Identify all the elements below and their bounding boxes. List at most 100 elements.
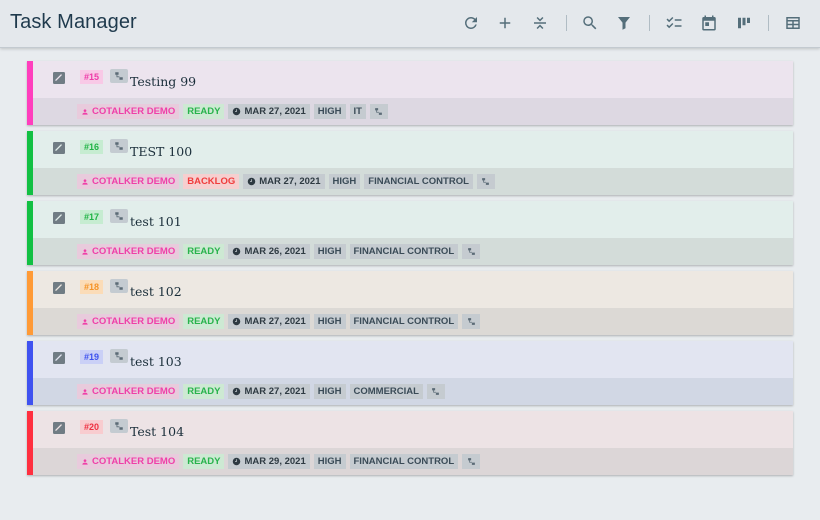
- assignee-tag[interactable]: COTALKER DEMO: [77, 244, 180, 259]
- complete-task-icon[interactable]: [51, 350, 67, 366]
- refresh-icon: [464, 16, 477, 29]
- table-icon: [786, 17, 800, 29]
- clock-icon: [247, 177, 256, 186]
- status-badge[interactable]: READY: [183, 244, 225, 259]
- search-icon: [583, 16, 597, 30]
- task-title[interactable]: test 101: [130, 214, 182, 229]
- assignee-tag[interactable]: COTALKER DEMO: [77, 104, 180, 119]
- checklist-icon: [666, 16, 682, 29]
- toolbar-divider: [566, 15, 567, 31]
- task-title[interactable]: test 103: [130, 354, 182, 369]
- task-header: #18 test 102: [33, 271, 793, 308]
- category-tag: FINANCIAL CONTROL: [349, 454, 459, 469]
- assignee-name: COTALKER DEMO: [92, 456, 176, 467]
- task-header: #17 test 101: [33, 201, 793, 238]
- status-badge[interactable]: READY: [183, 314, 225, 329]
- clock-icon: [232, 457, 241, 466]
- clock-icon: [232, 247, 241, 256]
- subtask-icon[interactable]: [462, 454, 481, 469]
- assignee-tag[interactable]: COTALKER DEMO: [77, 174, 180, 189]
- category-tag: FINANCIAL CONTROL: [349, 244, 459, 259]
- task-row[interactable]: #19 test 103 COTALKER DEMO READY MAR 27,…: [27, 341, 793, 405]
- task-header: #20 Test 104: [33, 411, 793, 448]
- refresh-button[interactable]: [459, 11, 483, 35]
- calendar-view-button[interactable]: [697, 11, 721, 35]
- task-meta: COTALKER DEMO READY MAR 29, 2021 HIGH FI…: [33, 448, 793, 475]
- task-header: #15 Testing 99: [33, 61, 793, 98]
- status-badge[interactable]: BACKLOG: [183, 174, 240, 189]
- status-badge[interactable]: READY: [183, 454, 225, 469]
- subtask-icon[interactable]: [462, 244, 481, 259]
- clock-icon: [232, 107, 241, 116]
- task-title[interactable]: test 102: [130, 284, 182, 299]
- task-meta: COTALKER DEMO READY MAR 27, 2021 HIGH IT: [33, 98, 793, 125]
- due-date-tag: MAR 26, 2021: [228, 244, 310, 259]
- assignee-name: COTALKER DEMO: [92, 316, 176, 327]
- assignee-tag[interactable]: COTALKER DEMO: [77, 314, 180, 329]
- task-tags: COTALKER DEMO BACKLOG MAR 27, 2021 HIGH …: [77, 174, 495, 189]
- task-tags: COTALKER DEMO READY MAR 26, 2021 HIGH FI…: [77, 244, 481, 259]
- assignee-tag[interactable]: COTALKER DEMO: [77, 454, 180, 469]
- task-header: #19 test 103: [33, 341, 793, 378]
- task-number-badge: #16: [80, 140, 104, 154]
- task-row[interactable]: #15 Testing 99 COTALKER DEMO READY MAR 2…: [27, 61, 793, 125]
- calendar-icon: [702, 15, 716, 31]
- task-number-badge: #18: [80, 280, 104, 294]
- task-header: #16 TEST 100: [33, 131, 793, 168]
- category-tag: IT: [349, 104, 366, 119]
- task-row[interactable]: #20 Test 104 COTALKER DEMO READY MAR 29,…: [27, 411, 793, 475]
- due-date-tag: MAR 27, 2021: [243, 174, 325, 189]
- subtask-icon[interactable]: [110, 139, 128, 153]
- task-row[interactable]: #17 test 101 COTALKER DEMO READY MAR 26,…: [27, 201, 793, 265]
- toolbar-divider: [649, 15, 650, 31]
- subtask-icon[interactable]: [110, 279, 128, 293]
- table-view-button[interactable]: [781, 11, 805, 35]
- status-badge[interactable]: READY: [183, 384, 225, 399]
- collapse-button[interactable]: [528, 11, 552, 35]
- due-date-tag: MAR 29, 2021: [228, 454, 310, 469]
- category-tag: COMMERCIAL: [349, 384, 423, 399]
- priority-tag: HIGH: [313, 244, 346, 259]
- board-icon: [738, 17, 750, 29]
- priority-tag: HIGH: [328, 174, 361, 189]
- user-icon: [81, 458, 89, 466]
- board-view-button[interactable]: [732, 11, 756, 35]
- task-row[interactable]: #16 TEST 100 COTALKER DEMO BACKLOG MAR 2…: [27, 131, 793, 195]
- task-row[interactable]: #18 test 102 COTALKER DEMO READY MAR 27,…: [27, 271, 793, 335]
- filter-button[interactable]: [612, 11, 636, 35]
- task-tags: COTALKER DEMO READY MAR 27, 2021 HIGH CO…: [77, 384, 445, 399]
- status-badge[interactable]: READY: [183, 104, 225, 119]
- subtask-icon[interactable]: [426, 384, 445, 399]
- complete-task-icon[interactable]: [51, 140, 67, 156]
- assignee-tag[interactable]: COTALKER DEMO: [77, 384, 180, 399]
- checklist-view-button[interactable]: [662, 11, 686, 35]
- task-meta: COTALKER DEMO READY MAR 27, 2021 HIGH CO…: [33, 378, 793, 405]
- search-button[interactable]: [578, 11, 602, 35]
- task-meta: COTALKER DEMO READY MAR 26, 2021 HIGH FI…: [33, 238, 793, 265]
- add-button[interactable]: [493, 11, 517, 35]
- add-icon: [499, 17, 511, 29]
- subtask-icon[interactable]: [369, 104, 388, 119]
- due-date: MAR 29, 2021: [244, 456, 306, 467]
- subtask-icon[interactable]: [110, 209, 128, 223]
- assignee-name: COTALKER DEMO: [92, 386, 176, 397]
- task-title[interactable]: TEST 100: [130, 144, 192, 159]
- subtask-icon[interactable]: [110, 419, 128, 433]
- subtask-icon[interactable]: [462, 314, 481, 329]
- task-title[interactable]: Test 104: [130, 424, 184, 439]
- complete-task-icon[interactable]: [51, 420, 67, 436]
- task-tags: COTALKER DEMO READY MAR 27, 2021 HIGH FI…: [77, 314, 481, 329]
- complete-task-icon[interactable]: [51, 70, 67, 86]
- due-date: MAR 26, 2021: [244, 246, 306, 257]
- task-tags: COTALKER DEMO READY MAR 29, 2021 HIGH FI…: [77, 454, 481, 469]
- complete-task-icon[interactable]: [51, 210, 67, 226]
- subtask-icon[interactable]: [110, 69, 128, 83]
- complete-task-icon[interactable]: [51, 280, 67, 296]
- task-title[interactable]: Testing 99: [130, 74, 196, 89]
- app-title: Task Manager: [10, 11, 137, 33]
- subtask-icon[interactable]: [110, 349, 128, 363]
- subtask-icon[interactable]: [476, 174, 495, 189]
- assignee-name: COTALKER DEMO: [92, 176, 176, 187]
- category-tag: FINANCIAL CONTROL: [349, 314, 459, 329]
- due-date: MAR 27, 2021: [244, 316, 306, 327]
